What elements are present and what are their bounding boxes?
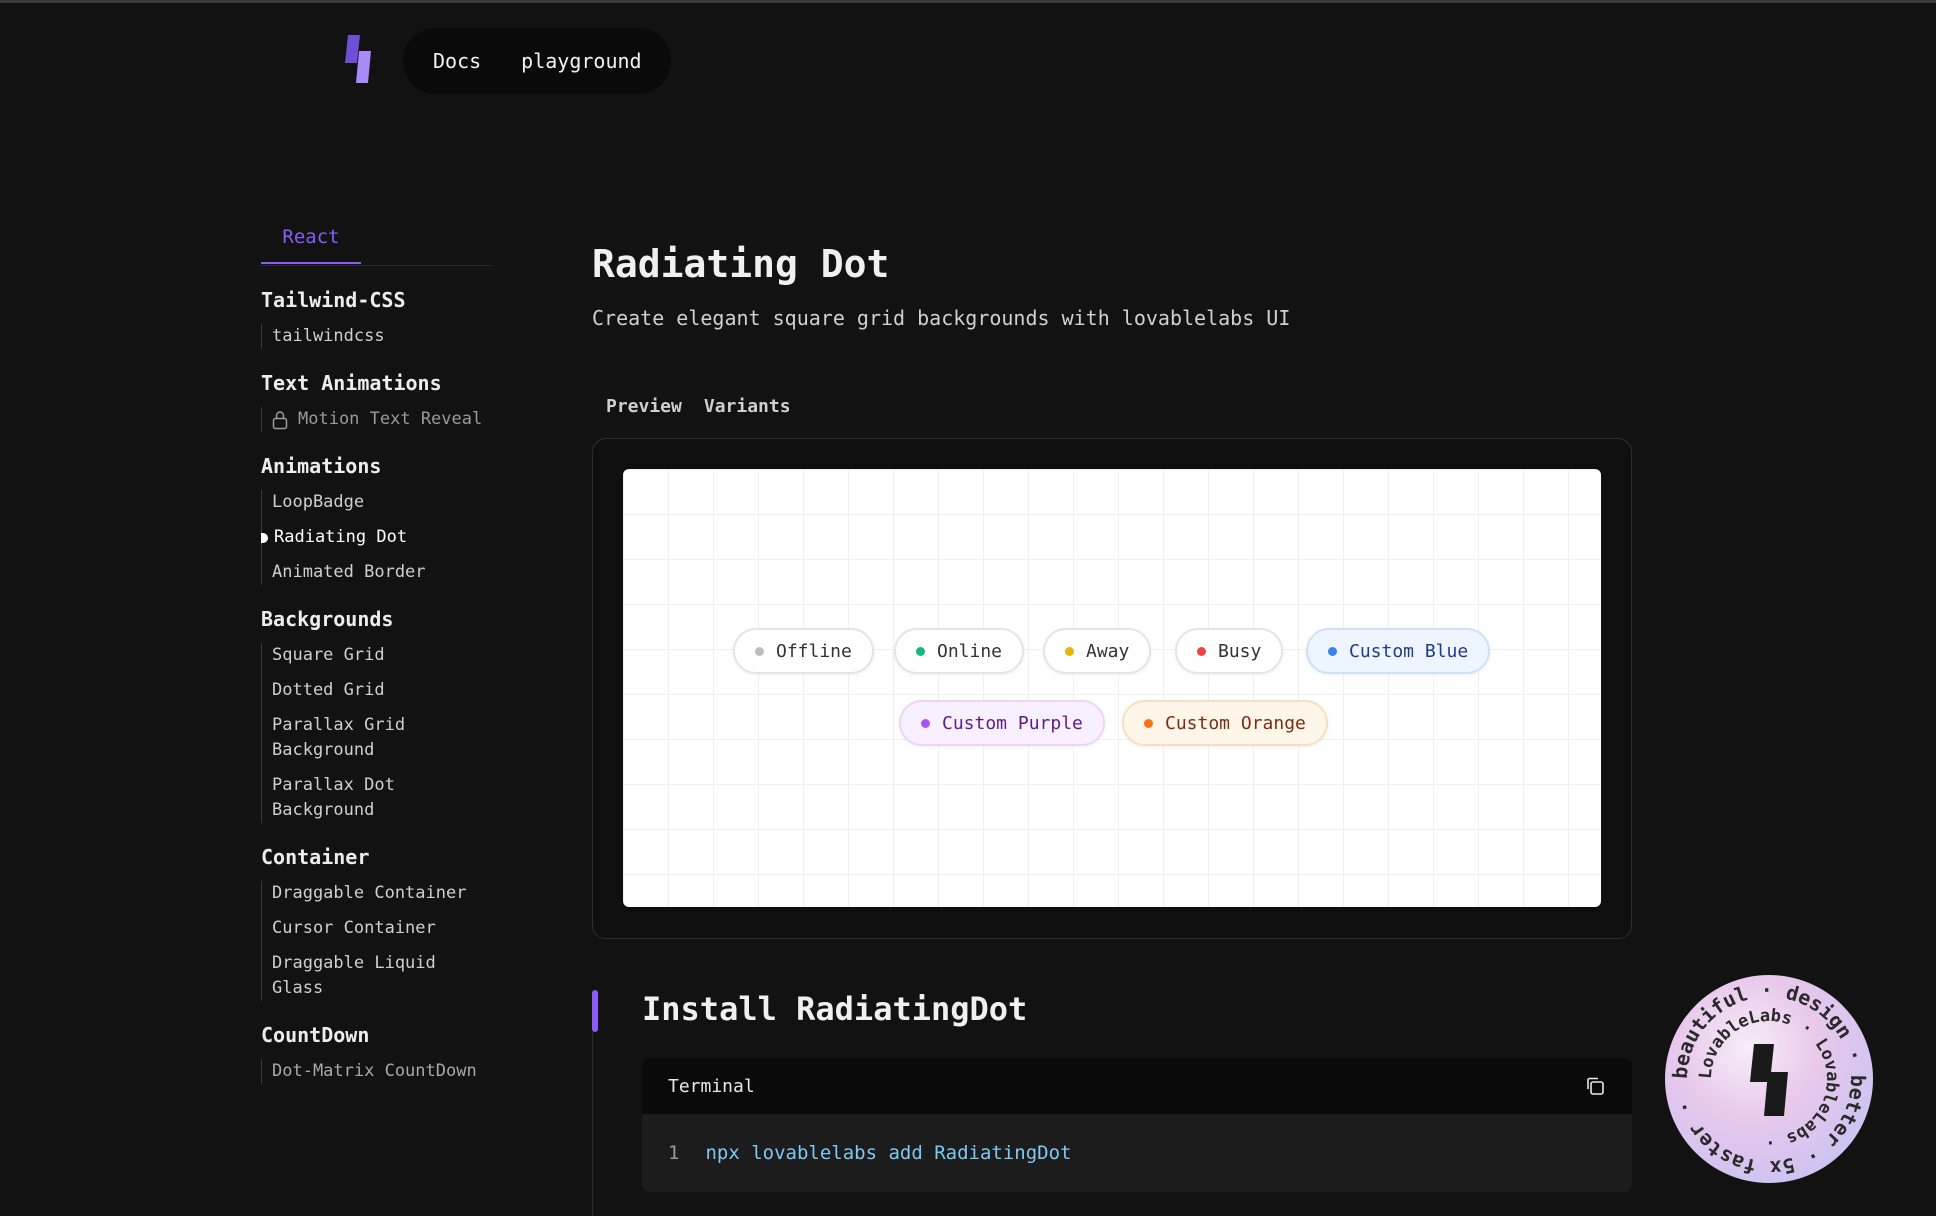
badge-custom-purple: Custom Purple — [899, 700, 1105, 746]
sidebar-section-title: Animations — [261, 454, 382, 478]
sidebar-item-tailwindcss[interactable]: tailwindcss — [272, 324, 491, 349]
status-dot — [1144, 718, 1153, 728]
tab-react[interactable]: React — [261, 226, 361, 264]
logo-icon[interactable] — [343, 33, 373, 85]
badge-custom-blue: Custom Blue — [1306, 628, 1491, 674]
badge-label: Offline — [776, 640, 852, 662]
terminal-header: Terminal — [642, 1058, 1632, 1114]
sidebar-section-backgrounds: Backgrounds Square Grid Dotted Grid Para… — [261, 607, 491, 823]
sidebar-item-dotted-grid[interactable]: Dotted Grid — [272, 678, 491, 703]
badge-label: Online — [937, 640, 1003, 662]
sidebar-item-draggable-container[interactable]: Draggable Container — [272, 881, 491, 906]
section-accent-bar — [592, 990, 598, 1032]
section-divider — [592, 1032, 593, 1216]
sidebar-section-title: Tailwind-CSS — [261, 288, 406, 312]
window-top-border — [0, 0, 1936, 3]
sidebar-section-text-animations: Text Animations Motion Text Reveal — [261, 371, 491, 432]
badge-away: Away — [1043, 628, 1152, 674]
sidebar-list: Draggable Container Cursor Container Dra… — [261, 881, 491, 1001]
status-dot — [755, 646, 764, 656]
status-dot — [916, 646, 925, 656]
status-dot — [1328, 646, 1337, 656]
preview-canvas: Offline Online Away Busy Custom Blue Cus… — [623, 469, 1601, 907]
sidebar-item-motion-text-reveal[interactable]: Motion Text Reveal — [272, 407, 491, 432]
badge-label: Custom Purple — [942, 712, 1083, 734]
sidebar-list: Square Grid Dotted Grid Parallax Grid Ba… — [261, 643, 491, 823]
badge-offline: Offline — [733, 628, 874, 674]
sidebar-item-cursor-container[interactable]: Cursor Container — [272, 916, 491, 941]
sidebar-item-label: Radiating Dot — [274, 527, 408, 547]
badge-busy: Busy — [1175, 628, 1284, 674]
sidebar-item-animated-border[interactable]: Animated Border — [272, 560, 491, 585]
install-title: Install RadiatingDot — [642, 990, 1028, 1028]
sidebar-item-draggable-liquid-glass[interactable]: Draggable Liquid Glass — [272, 951, 491, 1001]
top-nav: Docs playground — [403, 28, 671, 94]
sidebar-item-loopbadge[interactable]: LoopBadge — [272, 490, 491, 515]
sidebar-section-title: CountDown — [261, 1023, 370, 1047]
status-dot — [921, 718, 930, 728]
terminal-label: Terminal — [668, 1075, 755, 1097]
status-dot — [1197, 646, 1206, 656]
sidebar-tabs: React — [261, 220, 491, 266]
sidebar-list: Motion Text Reveal — [261, 407, 491, 432]
sidebar: React Tailwind-CSS tailwindcss Text Anim… — [261, 220, 491, 1094]
sidebar-list: LoopBadge Radiating Dot Animated Border — [261, 490, 491, 585]
sidebar-section-animations: Animations LoopBadge Radiating Dot Anima… — [261, 454, 491, 585]
sidebar-section-title: Backgrounds — [261, 607, 394, 631]
sidebar-item-label: Motion Text Reveal — [298, 409, 483, 429]
status-dot — [1065, 646, 1074, 656]
sidebar-section-tailwind: Tailwind-CSS tailwindcss — [261, 288, 491, 349]
sidebar-section-title: Container — [261, 845, 370, 869]
tab-variants[interactable]: Variants — [704, 396, 791, 417]
sidebar-section-countdown: CountDown Dot-Matrix CountDown — [261, 1023, 491, 1084]
sidebar-item-parallax-grid-background[interactable]: Parallax Grid Background — [272, 713, 491, 763]
terminal-body: 1 npx lovablelabs add RadiatingDot — [642, 1114, 1632, 1192]
lock-icon — [272, 411, 288, 430]
nav-docs-link[interactable]: Docs — [433, 49, 481, 73]
badge-label: Custom Orange — [1165, 712, 1306, 734]
sidebar-item-radiating-dot[interactable]: Radiating Dot — [261, 525, 491, 550]
line-number: 1 — [668, 1142, 680, 1164]
page-title: Radiating Dot — [592, 242, 890, 286]
tab-preview[interactable]: Preview — [606, 396, 682, 417]
sidebar-item-square-grid[interactable]: Square Grid — [272, 643, 491, 668]
sidebar-item-parallax-dot-background[interactable]: Parallax Dot Background — [272, 773, 491, 823]
sidebar-section-container: Container Draggable Container Cursor Con… — [261, 845, 491, 1001]
sidebar-item-dot-matrix-countdown[interactable]: Dot-Matrix CountDown — [272, 1059, 491, 1084]
badge-online: Online — [894, 628, 1025, 674]
preview-frame: Offline Online Away Busy Custom Blue Cus… — [592, 438, 1632, 939]
install-command[interactable]: npx lovablelabs add RadiatingDot — [705, 1142, 1071, 1164]
page-subtitle: Create elegant square grid backgrounds w… — [592, 306, 1291, 330]
badge-custom-orange: Custom Orange — [1122, 700, 1328, 746]
terminal-block: Terminal 1 npx lovablelabs add Radiating… — [642, 1058, 1632, 1192]
badge-label: Busy — [1218, 640, 1262, 662]
sidebar-list: tailwindcss — [261, 324, 491, 349]
lovablelabs-badge-icon[interactable]: beautiful · design · better · 5x faster … — [1664, 974, 1874, 1184]
sidebar-section-title: Text Animations — [261, 371, 442, 395]
sidebar-list: Dot-Matrix CountDown — [261, 1059, 491, 1084]
copy-icon[interactable] — [1584, 1075, 1606, 1097]
badge-label: Custom Blue — [1349, 640, 1469, 662]
nav-playground-link[interactable]: playground — [521, 49, 641, 73]
badge-label: Away — [1086, 640, 1130, 662]
preview-tabs: Preview Variants — [606, 396, 791, 417]
